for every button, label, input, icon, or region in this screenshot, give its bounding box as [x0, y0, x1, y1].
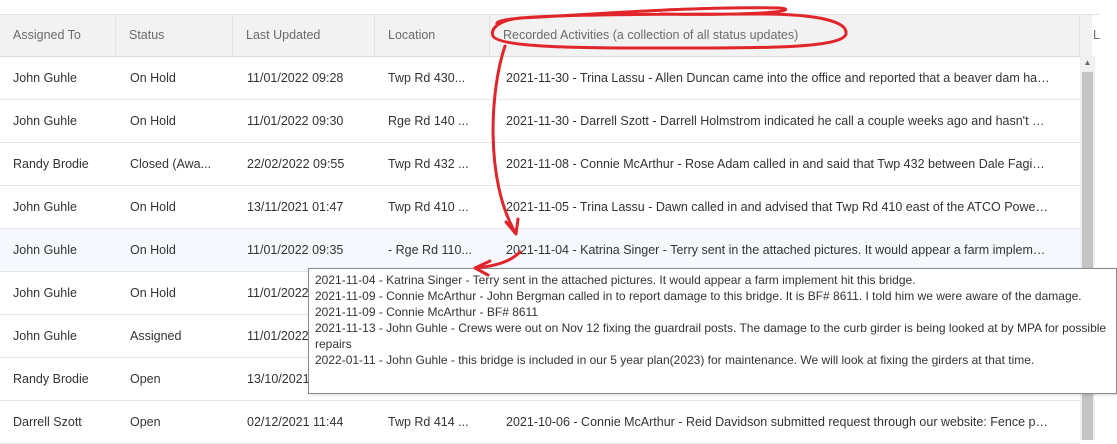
cell-last-updated: 11/01/2022 09:30: [247, 114, 344, 128]
cell-assigned-to: Randy Brodie: [13, 157, 89, 171]
cell-status: Open: [130, 372, 161, 386]
toolbar-area: [0, 0, 1100, 15]
cell-recorded-activities: 2021-11-08 - Connie McArthur - Rose Adam…: [506, 157, 1051, 171]
cell-assigned-to: Darrell Szott: [13, 415, 82, 429]
table-row[interactable]: Randy Brodie Closed (Awa... 22/02/2022 0…: [0, 143, 1080, 186]
cell-status: On Hold: [130, 114, 176, 128]
column-header-last-updated[interactable]: Last Updated: [233, 15, 375, 56]
cell-recorded-activities: 2021-11-30 - Trina Lassu - Allen Duncan …: [506, 71, 1051, 85]
cell-last-updated: 11/01/2022 09:35: [247, 243, 344, 257]
activities-grid: Assigned To Status Last Updated Location…: [0, 0, 1117, 444]
cell-location: Twp Rd 414 ...: [388, 415, 469, 429]
table-row[interactable]: John Guhle On Hold 13/11/2021 01:47 Twp …: [0, 186, 1080, 229]
cell-location: Twp Rd 430...: [388, 71, 466, 85]
cell-last-updated: 22/02/2022 09:55: [247, 157, 345, 171]
cell-status: On Hold: [130, 71, 176, 85]
cell-recorded-activities: 2021-10-06 - Connie McArthur - Reid Davi…: [506, 415, 1051, 429]
table-row-hovered[interactable]: John Guhle On Hold 11/01/2022 09:35 - Rg…: [0, 229, 1080, 272]
cell-assigned-to: John Guhle: [13, 243, 77, 257]
cell-recorded-activities: 2021-11-30 - Darrell Szott - Darrell Hol…: [506, 114, 1051, 128]
grid-header: Assigned To Status Last Updated Location…: [0, 15, 1100, 57]
cell-last-updated: 11/01/2022 09:28: [247, 71, 344, 85]
cell-assigned-to: Randy Brodie: [13, 372, 89, 386]
table-row[interactable]: Darrell Szott Open 02/12/2021 11:44 Twp …: [0, 401, 1080, 444]
cell-location: Rge Rd 140 ...: [388, 114, 469, 128]
cell-location: - Rge Rd 110...: [388, 243, 472, 257]
column-header-recorded-activities[interactable]: Recorded Activities (a collection of all…: [490, 15, 1080, 56]
cell-status: On Hold: [130, 286, 176, 300]
cell-last-updated: 02/12/2021 11:44: [247, 415, 344, 429]
cell-last-updated: 13/11/2021 01:47: [247, 200, 344, 214]
tooltip-line: 2021-11-09 - Connie McArthur - BF# 8611: [315, 305, 539, 319]
cell-assigned-to: John Guhle: [13, 286, 77, 300]
cell-assigned-to: John Guhle: [13, 200, 77, 214]
activities-tooltip: 2021-11-04 - Katrina Singer - Terry sent…: [308, 268, 1117, 394]
tooltip-line: 2021-11-09 - Connie McArthur - John Berg…: [315, 289, 1082, 303]
cell-assigned-to: John Guhle: [13, 329, 77, 343]
cell-status: Open: [130, 415, 161, 429]
scroll-up-arrow-icon[interactable]: ▲: [1080, 56, 1095, 70]
cell-recorded-activities[interactable]: 2021-11-04 - Katrina Singer - Terry sent…: [506, 229, 1051, 272]
cell-assigned-to: John Guhle: [13, 71, 77, 85]
column-header-location[interactable]: Location: [375, 15, 490, 56]
cell-status: On Hold: [130, 243, 176, 257]
tooltip-line: 2022-01-11 - John Guhle - this bridge is…: [315, 353, 1035, 367]
table-row[interactable]: John Guhle On Hold 11/01/2022 09:28 Twp …: [0, 57, 1080, 100]
cell-location: Twp Rd 432 ...: [388, 157, 469, 171]
tooltip-line: 2021-11-04 - Katrina Singer - Terry sent…: [315, 273, 916, 287]
cell-assigned-to: John Guhle: [13, 114, 77, 128]
table-row[interactable]: John Guhle On Hold 11/01/2022 09:30 Rge …: [0, 100, 1080, 143]
column-header-partial[interactable]: L: [1080, 15, 1100, 56]
cell-recorded-activities: 2021-11-05 - Trina Lassu - Dawn called i…: [506, 200, 1051, 214]
column-header-assigned-to[interactable]: Assigned To: [0, 15, 116, 56]
tooltip-line: 2021-11-13 - John Guhle - Crews were out…: [315, 321, 1107, 351]
cell-location: Twp Rd 410 ...: [388, 200, 469, 214]
cell-status: On Hold: [130, 200, 176, 214]
column-header-status[interactable]: Status: [116, 15, 233, 56]
cell-status: Closed (Awa...: [130, 157, 212, 171]
cell-status: Assigned: [130, 329, 182, 343]
